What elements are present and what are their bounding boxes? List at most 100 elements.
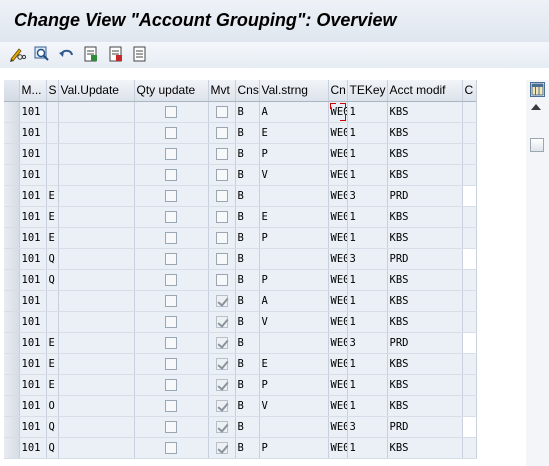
val-update-checkbox[interactable] (165, 273, 177, 286)
val-update-checkbox[interactable] (165, 378, 177, 391)
row-selector[interactable] (4, 143, 20, 165)
value-string-cell: WE06 (328, 143, 348, 165)
vertical-scrollbar-thumb[interactable] (530, 138, 544, 152)
qty-update-checkbox[interactable] (215, 105, 228, 118)
qty-update-cell (208, 416, 236, 438)
account-modifier-field[interactable] (462, 248, 477, 270)
val-update-checkbox[interactable] (165, 126, 177, 139)
row-selector[interactable] (4, 311, 20, 333)
val-update-checkbox[interactable] (165, 105, 177, 118)
movement-indicator-cell: B (235, 395, 260, 417)
row-selector[interactable] (4, 248, 20, 270)
special-stock-cell: Q (46, 248, 59, 270)
val-update-checkbox[interactable] (165, 252, 177, 265)
value-string-cell: WE06 (328, 164, 348, 186)
column-header-cns[interactable]: Cns (235, 80, 260, 102)
column-header-tekey[interactable]: TEKey (347, 80, 388, 102)
val-update-checkbox[interactable] (165, 210, 177, 223)
row-selector[interactable] (4, 206, 20, 228)
qty-update-checkbox[interactable] (215, 210, 228, 223)
movement-type-cell: 101 (19, 143, 47, 165)
spacer-cell (58, 122, 135, 144)
qty-update-checkbox[interactable] (215, 273, 228, 286)
row-selector[interactable] (4, 374, 20, 396)
val-update-cell (134, 185, 209, 207)
qty-update-checkbox[interactable] (215, 126, 228, 139)
movement-indicator-cell: B (235, 290, 260, 312)
undo-icon[interactable] (58, 45, 76, 63)
account-modifier-field[interactable] (462, 332, 477, 354)
deselect-all-icon[interactable] (131, 45, 149, 63)
column-header-c[interactable]: C (462, 80, 477, 102)
qty-update-checkbox[interactable] (215, 231, 228, 244)
document-icon[interactable] (82, 45, 100, 63)
spacer-cell (58, 395, 135, 417)
transaction-key-cell: KBS (387, 122, 463, 144)
column-header-mvt[interactable]: Mvt (208, 80, 236, 102)
val-update-checkbox[interactable] (165, 231, 177, 244)
movement-type-cell: 101 (19, 248, 47, 270)
consumption-cell (259, 185, 329, 207)
select-all-icon[interactable] (107, 45, 125, 63)
consumption-cell: E (259, 353, 329, 375)
column-header-val-strng[interactable]: Val.strng (259, 80, 329, 102)
qty-update-checkbox[interactable] (215, 168, 228, 181)
row-selector[interactable] (4, 185, 20, 207)
transaction-key-cell: KBS (387, 101, 463, 123)
table-settings-icon[interactable] (530, 82, 545, 97)
val-update-cell (134, 122, 209, 144)
row-selector[interactable] (4, 395, 20, 417)
special-stock-cell (46, 164, 59, 186)
row-selector[interactable] (4, 227, 20, 249)
column-header-acct-modif[interactable]: Acct modif (387, 80, 463, 102)
qty-update-cell (208, 248, 236, 270)
column-header-cn[interactable]: Cn (328, 80, 348, 102)
qty-update-checkbox (215, 336, 228, 349)
val-update-checkbox[interactable] (165, 336, 177, 349)
row-selector[interactable] (4, 332, 20, 354)
row-selector[interactable] (4, 290, 20, 312)
row-selector[interactable] (4, 122, 20, 144)
column-header-s[interactable]: S (46, 80, 59, 102)
val-update-checkbox[interactable] (165, 399, 177, 412)
table-control: M... S Val.Update Qty update Mvt Cns Val… (0, 80, 549, 466)
counter-cell: 1 (347, 206, 388, 228)
val-update-checkbox[interactable] (165, 189, 177, 202)
val-update-checkbox[interactable] (165, 315, 177, 328)
scroll-up-arrow-icon[interactable] (531, 104, 541, 110)
qty-update-checkbox[interactable] (215, 147, 228, 160)
movement-type-cell: 101 (19, 353, 47, 375)
qty-update-checkbox[interactable] (215, 252, 228, 265)
row-selector[interactable] (4, 269, 20, 291)
account-modifier-field[interactable] (462, 416, 477, 438)
val-update-checkbox[interactable] (165, 441, 177, 454)
row-selector[interactable] (4, 101, 20, 123)
application-toolbar (0, 42, 549, 68)
movement-indicator-cell: B (235, 374, 260, 396)
val-update-checkbox[interactable] (165, 294, 177, 307)
row-selector[interactable] (4, 437, 20, 459)
transaction-key-cell: KBS (387, 374, 463, 396)
column-header-val-update[interactable]: Val.Update (58, 80, 135, 102)
spacer-cell (58, 311, 135, 333)
column-header-m[interactable]: M... (19, 80, 47, 102)
pencil-glasses-icon[interactable] (8, 45, 27, 63)
select-all-rows-button[interactable] (4, 80, 20, 102)
row-selector[interactable] (4, 353, 20, 375)
counter-cell: 1 (347, 164, 388, 186)
val-update-checkbox[interactable] (165, 420, 177, 433)
val-update-checkbox[interactable] (165, 168, 177, 181)
account-modifier-field[interactable] (462, 185, 477, 207)
val-update-checkbox[interactable] (165, 147, 177, 160)
special-stock-cell: Q (46, 416, 59, 438)
table-row: 101O BVWE061KBS (4, 395, 477, 417)
table-row: 101E B WE013PRD (4, 185, 477, 207)
column-header-qty-update[interactable]: Qty update (134, 80, 209, 102)
magnifier-icon[interactable] (33, 45, 51, 63)
val-update-checkbox[interactable] (165, 357, 177, 370)
cell-focus-marker (329, 102, 336, 109)
qty-update-checkbox[interactable] (215, 189, 228, 202)
row-selector[interactable] (4, 416, 20, 438)
row-selector[interactable] (4, 164, 20, 186)
table-row: 101Q B WE013PRD (4, 416, 477, 438)
